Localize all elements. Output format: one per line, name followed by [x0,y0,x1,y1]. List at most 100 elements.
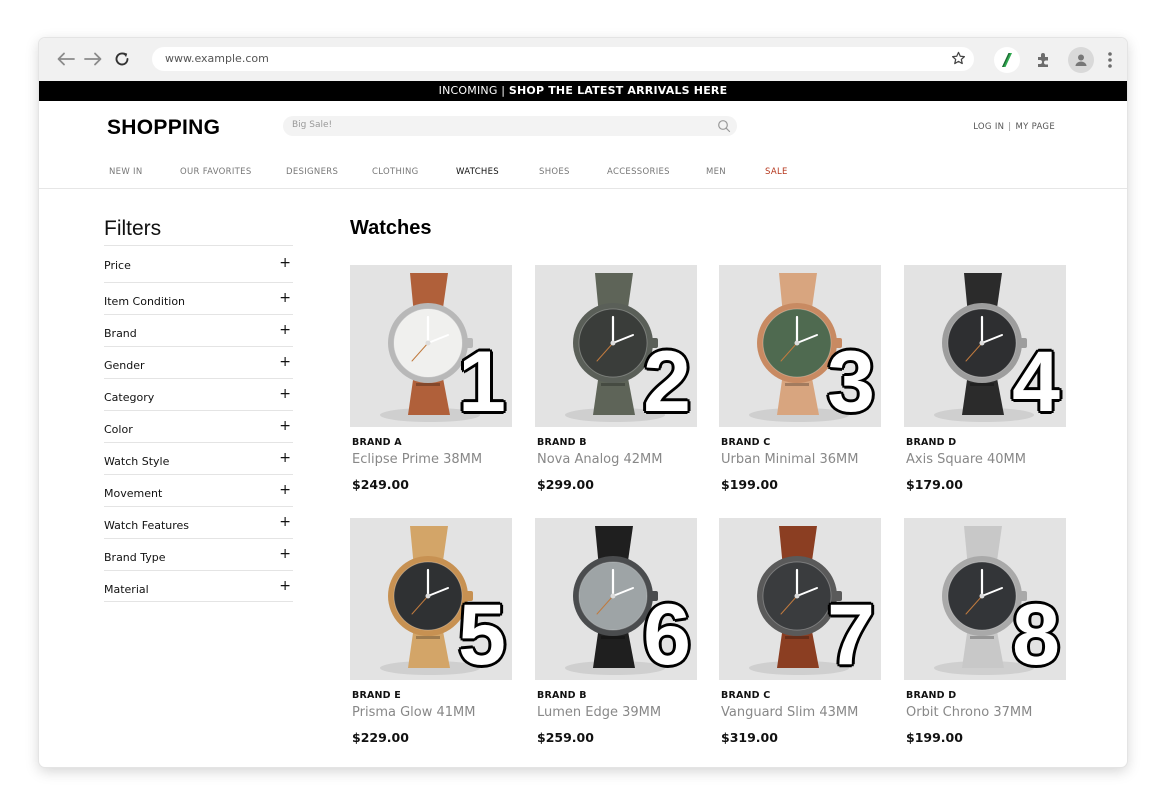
expand-plus-icon[interactable]: + [279,256,291,270]
product-name[interactable]: Nova Analog 42MM [537,452,663,467]
filter-label: Watch Style [104,455,170,468]
product-name[interactable]: Prisma Glow 41MM [352,705,475,720]
filter-row[interactable]: Color + [104,410,293,442]
expand-plus-icon[interactable]: + [279,579,291,593]
expand-plus-icon[interactable]: + [279,387,291,401]
expand-plus-icon[interactable]: + [279,291,291,305]
profile-avatar-icon[interactable] [1068,47,1094,73]
address-bar[interactable]: www.example.com [152,47,974,71]
filter-row[interactable]: Material + [104,570,293,602]
section-title: Watches [350,217,432,239]
filter-label: Watch Features [104,519,190,532]
product-price: $199.00 [721,477,778,492]
nav-designers[interactable]: DESIGNERS [286,167,338,177]
expand-plus-icon[interactable]: + [279,323,291,337]
filter-label: Category [104,391,155,404]
filter-row[interactable]: Movement + [104,474,293,506]
filter-row[interactable]: Price + [104,245,293,282]
product-image[interactable]: 8 [904,518,1066,680]
browser-window: www.example.com INCOMING | SHOP THE LATE… [39,38,1127,767]
filter-row[interactable]: Brand + [104,314,293,346]
product-price: $299.00 [537,477,594,492]
filter-row[interactable]: Brand Type + [104,538,293,570]
product-image[interactable]: 3 [719,265,881,427]
login-link[interactable]: LOG IN [973,122,1004,132]
extension-slash-icon[interactable] [994,47,1020,73]
product-image[interactable]: 2 [535,265,697,427]
product-price: $199.00 [906,730,963,745]
reload-button[interactable] [111,48,133,70]
product-brand: BRAND C [721,690,771,701]
product-brand: BRAND D [906,690,957,701]
browser-menu-icon[interactable] [1097,47,1123,73]
nav-men[interactable]: MEN [706,167,726,177]
product-price: $259.00 [537,730,594,745]
filter-label: Price [104,259,131,272]
product-brand: BRAND B [537,690,587,701]
product-image[interactable]: 1 [350,265,512,427]
back-button[interactable] [55,48,77,70]
product-image[interactable]: 6 [535,518,697,680]
product-image[interactable]: 5 [350,518,512,680]
nav-our-favorites[interactable]: OUR FAVORITES [180,167,252,177]
product-number-label: 3 [827,334,875,427]
filter-label: Movement [104,487,163,500]
filter-row[interactable]: Gender + [104,346,293,378]
nav-sale[interactable]: SALE [765,167,788,177]
site-logo[interactable]: SHOPPING [107,116,220,140]
search-input[interactable]: Big Sale! [283,116,737,136]
banner-prefix: INCOMING | [438,84,509,97]
nav-shoes[interactable]: SHOES [539,167,570,177]
extensions-puzzle-icon[interactable] [1031,47,1057,73]
product-card[interactable]: 2 BRAND B Nova Analog 42MM $299.00 [535,265,697,497]
product-card[interactable]: 1 BRAND A Eclipse Prime 38MM $249.00 [350,265,512,497]
product-image[interactable]: 4 [904,265,1066,427]
filter-label: Gender [104,359,145,372]
product-card[interactable]: 5 BRAND E Prisma Glow 41MM $229.00 [350,518,512,750]
product-name[interactable]: Lumen Edge 39MM [537,705,661,720]
forward-button[interactable] [82,48,104,70]
promo-banner[interactable]: INCOMING | SHOP THE LATEST ARRIVALS HERE [39,81,1127,101]
product-number-label: 7 [827,587,875,680]
browser-toolbar: www.example.com [39,38,1127,81]
product-name[interactable]: Eclipse Prime 38MM [352,452,482,467]
expand-plus-icon[interactable]: + [279,515,291,529]
expand-plus-icon[interactable]: + [279,483,291,497]
nav-new-in[interactable]: NEW IN [109,167,143,177]
back-arrow-icon [57,52,75,66]
product-brand: BRAND B [537,437,587,448]
product-name[interactable]: Orbit Chrono 37MM [906,705,1032,720]
nav-watches[interactable]: WATCHES [456,167,499,177]
product-card[interactable]: 7 BRAND C Vanguard Slim 43MM $319.00 [719,518,881,750]
product-number-label: 6 [643,587,691,680]
nav-accessories[interactable]: ACCESSORIES [607,167,670,177]
url-text: www.example.com [165,52,269,65]
product-card[interactable]: 4 BRAND D Axis Square 40MM $179.00 [904,265,1066,497]
product-number-label: 4 [1012,334,1060,427]
filter-row[interactable]: Category + [104,378,293,410]
product-card[interactable]: 6 BRAND B Lumen Edge 39MM $259.00 [535,518,697,750]
product-price: $229.00 [352,730,409,745]
filter-row[interactable]: Watch Features + [104,506,293,538]
product-name[interactable]: Vanguard Slim 43MM [721,705,858,720]
bookmark-star-icon[interactable] [951,51,966,66]
filter-label: Brand [104,327,137,340]
filter-row[interactable]: Item Condition + [104,282,293,314]
filter-label: Brand Type [104,551,166,564]
search-icon[interactable] [717,119,731,133]
filter-label: Material [104,583,149,596]
nav-clothing[interactable]: CLOTHING [372,167,419,177]
product-name[interactable]: Urban Minimal 36MM [721,452,858,467]
product-name[interactable]: Axis Square 40MM [906,452,1026,467]
expand-plus-icon[interactable]: + [279,451,291,465]
product-image[interactable]: 7 [719,518,881,680]
product-card[interactable]: 3 BRAND C Urban Minimal 36MM $199.00 [719,265,881,497]
expand-plus-icon[interactable]: + [279,419,291,433]
forward-arrow-icon [84,52,102,66]
mypage-link[interactable]: MY PAGE [1015,122,1055,132]
expand-plus-icon[interactable]: + [279,355,291,369]
product-card[interactable]: 8 BRAND D Orbit Chrono 37MM $199.00 [904,518,1066,750]
expand-plus-icon[interactable]: + [279,547,291,561]
filter-row[interactable]: Watch Style + [104,442,293,474]
product-brand: BRAND C [721,437,771,448]
